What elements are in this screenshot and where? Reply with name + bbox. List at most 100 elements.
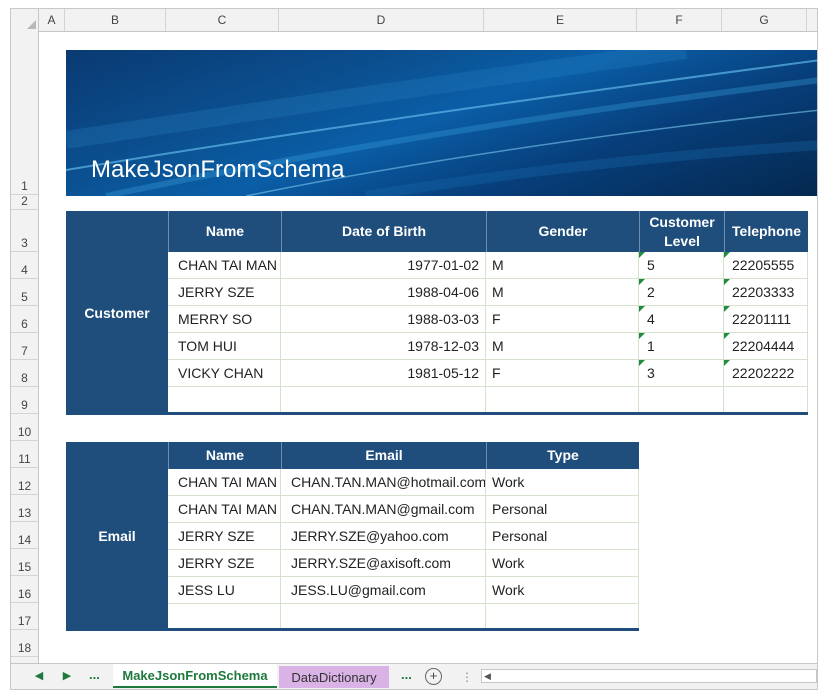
column-header-g[interactable]: G: [722, 9, 807, 31]
add-sheet-icon[interactable]: +: [425, 668, 442, 685]
next-sheet-icon[interactable]: ▶: [59, 668, 75, 684]
prev-sheet-icon[interactable]: ◀: [31, 668, 47, 684]
select-all-corner[interactable]: [11, 9, 39, 31]
horizontal-scrollbar[interactable]: ◀: [481, 669, 817, 683]
column-header-f[interactable]: F: [637, 9, 722, 31]
email-cell-address[interactable]: JERRY.SZE@yahoo.com: [281, 523, 486, 550]
tab-datadictionary[interactable]: DataDictionary: [279, 666, 389, 688]
column-header-b[interactable]: B: [65, 9, 166, 31]
row-header[interactable]: 16: [11, 576, 38, 603]
email-cell-address[interactable]: CHAN.TAN.MAN@gmail.com: [281, 496, 486, 523]
scroll-left-icon[interactable]: ◀: [484, 670, 491, 682]
email-cell-type[interactable]: Work: [486, 550, 639, 577]
tab-makejsonfromschema[interactable]: MakeJsonFromSchema: [113, 664, 277, 688]
email-cell-address[interactable]: JERRY.SZE@axisoft.com: [281, 550, 486, 577]
row-header[interactable]: 4: [11, 252, 38, 279]
number-as-text-indicator-icon: [724, 360, 730, 366]
row-header[interactable]: 14: [11, 522, 38, 549]
customer-cell-gender[interactable]: M: [486, 333, 639, 360]
customer-cell-telephone[interactable]: 22201111: [724, 306, 808, 333]
customer-cell-telephone[interactable]: 22203333: [724, 279, 808, 306]
email-cell-type[interactable]: Work: [486, 577, 639, 604]
email-cell-empty[interactable]: [281, 604, 486, 631]
row-header[interactable]: 2: [11, 194, 38, 210]
customer-cell-name[interactable]: CHAN TAI MAN: [168, 252, 281, 279]
column-header-bar: A B C D E F G: [11, 9, 817, 32]
email-cell-address[interactable]: JESS.LU@gmail.com: [281, 577, 486, 604]
column-header-c[interactable]: C: [166, 9, 279, 31]
customer-cell-gender[interactable]: M: [486, 252, 639, 279]
row-header[interactable]: 5: [11, 279, 38, 306]
email-cell-name[interactable]: CHAN TAI MAN: [168, 496, 281, 523]
customer-telephone-value: 22205555: [732, 257, 795, 273]
email-cell-address[interactable]: CHAN.TAN.MAN@hotmail.com: [281, 469, 486, 496]
customer-cell-empty[interactable]: [168, 387, 281, 414]
customer-cell-level[interactable]: 4: [639, 306, 724, 333]
customer-cell-name[interactable]: VICKY CHAN: [168, 360, 281, 387]
customer-level-value: 5: [647, 257, 655, 273]
sheet-grid[interactable]: MakeJsonFromSchema Customer Name Date of…: [39, 32, 817, 670]
row-header[interactable]: 15: [11, 549, 38, 576]
customer-cell-empty[interactable]: [486, 387, 639, 414]
row-header[interactable]: 17: [11, 603, 38, 630]
number-as-text-indicator-icon: [724, 252, 730, 258]
email-cell-type[interactable]: Work: [486, 469, 639, 496]
customer-cell-telephone[interactable]: 22204444: [724, 333, 808, 360]
customer-cell-telephone[interactable]: 22205555: [724, 252, 808, 279]
customer-cell-empty[interactable]: [281, 387, 486, 414]
email-cell-name[interactable]: JERRY SZE: [168, 550, 281, 577]
column-header-d[interactable]: D: [279, 9, 484, 31]
row-header[interactable]: 7: [11, 333, 38, 360]
email-cell-type[interactable]: Personal: [486, 523, 639, 550]
customer-cell-telephone[interactable]: 22202222: [724, 360, 808, 387]
number-as-text-indicator-icon: [724, 333, 730, 339]
more-sheets-right-button[interactable]: ...: [401, 667, 412, 682]
number-as-text-indicator-icon: [724, 306, 730, 312]
customer-cell-level[interactable]: 1: [639, 333, 724, 360]
row-header-bar: 1 2 3 4 5 6 7 8 9 10 11 12 13 14 15 16 1…: [11, 31, 39, 671]
row-header[interactable]: 6: [11, 306, 38, 333]
email-cell-empty[interactable]: [486, 604, 639, 631]
row-header[interactable]: 3: [11, 210, 38, 252]
customer-cell-empty[interactable]: [724, 387, 808, 414]
column-header-e[interactable]: E: [484, 9, 637, 31]
customer-cell-name[interactable]: JERRY SZE: [168, 279, 281, 306]
row-header[interactable]: 13: [11, 495, 38, 522]
row-header[interactable]: 11: [11, 441, 38, 468]
customer-cell-dob[interactable]: 1978-12-03: [281, 333, 486, 360]
customer-cell-gender[interactable]: M: [486, 279, 639, 306]
customer-cell-gender[interactable]: F: [486, 360, 639, 387]
customer-cell-gender[interactable]: F: [486, 306, 639, 333]
email-cell-type[interactable]: Personal: [486, 496, 639, 523]
row-header[interactable]: 18: [11, 630, 38, 657]
email-cell-name[interactable]: JESS LU: [168, 577, 281, 604]
customer-cell-level[interactable]: 5: [639, 252, 724, 279]
row-header[interactable]: 9: [11, 387, 38, 414]
customer-telephone-value: 22201111: [732, 311, 792, 327]
email-cell-name[interactable]: JERRY SZE: [168, 523, 281, 550]
email-cell-name[interactable]: CHAN TAI MAN: [168, 469, 281, 496]
column-header-a[interactable]: A: [39, 9, 65, 31]
customer-cell-name[interactable]: TOM HUI: [168, 333, 281, 360]
email-cell-empty[interactable]: [168, 604, 281, 631]
customer-cell-dob[interactable]: 1988-04-06: [281, 279, 486, 306]
customer-header-gender: Gender: [486, 211, 639, 252]
spreadsheet-window: A B C D E F G 1 2 3 4 5 6 7 8 9 10 11 12…: [10, 8, 818, 690]
customer-cell-dob[interactable]: 1988-03-03: [281, 306, 486, 333]
row-header[interactable]: 10: [11, 414, 38, 441]
customer-telephone-value: 22203333: [732, 284, 795, 300]
sheet-tab-bar: ◀ ▶ ... MakeJsonFromSchema DataDictionar…: [11, 663, 817, 689]
customer-cell-empty[interactable]: [639, 387, 724, 414]
tab-split-handle[interactable]: ⋮: [461, 670, 473, 684]
customer-cell-name[interactable]: MERRY SO: [168, 306, 281, 333]
customer-cell-dob[interactable]: 1977-01-02: [281, 252, 486, 279]
more-sheets-left-button[interactable]: ...: [89, 667, 100, 682]
row-header[interactable]: 8: [11, 360, 38, 387]
row-header[interactable]: 12: [11, 468, 38, 495]
customer-cell-level[interactable]: 3: [639, 360, 724, 387]
customer-cell-dob[interactable]: 1981-05-12: [281, 360, 486, 387]
customer-header-level: Customer Level: [639, 211, 724, 252]
row-header[interactable]: 1: [11, 31, 38, 195]
email-header-type: Type: [486, 442, 639, 469]
customer-cell-level[interactable]: 2: [639, 279, 724, 306]
